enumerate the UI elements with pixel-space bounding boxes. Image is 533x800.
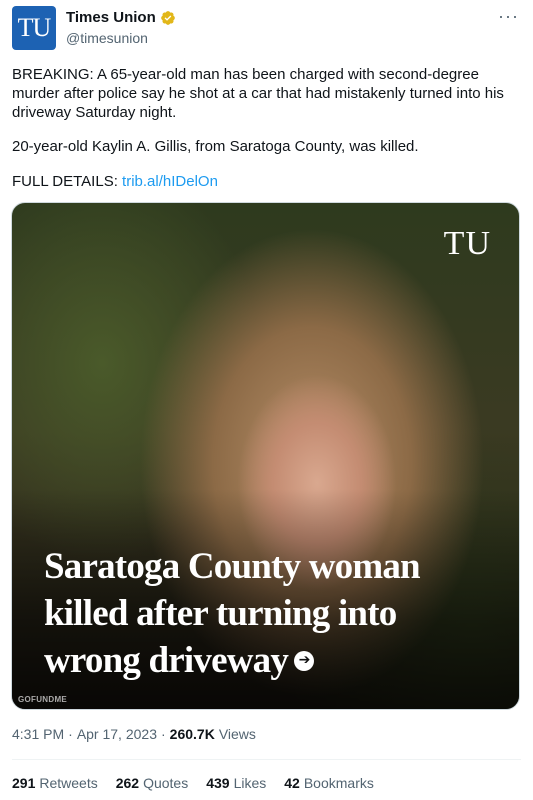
likes-count: 439 (206, 775, 230, 791)
likes-stat[interactable]: 439 Likes (206, 775, 266, 791)
bookmarks-label: Bookmarks (303, 775, 374, 791)
meta-separator: · (68, 726, 73, 742)
author-handle[interactable]: @timesunion (66, 30, 148, 46)
bookmarks-stat[interactable]: 42 Bookmarks (284, 775, 374, 791)
tweet-paragraph-1: BREAKING: A 65-year-old man has been cha… (12, 66, 504, 121)
arrow-right-icon: ➔ (294, 650, 315, 671)
author-name-row: Times Union (66, 9, 176, 26)
quotes-count: 262 (115, 775, 140, 791)
bookmarks-count: 42 (284, 775, 300, 791)
photo-credit: GOFUNDME (18, 695, 68, 704)
media-card[interactable]: TU Saratoga County woman killed after tu… (11, 202, 520, 710)
retweets-label: Retweets (39, 775, 98, 791)
avatar[interactable]: TU (12, 6, 56, 50)
divider (12, 759, 521, 760)
details-label: FULL DETAILS: (12, 173, 118, 190)
tweet-details-line: FULL DETAILS: trib.al/hIDelOn (12, 172, 517, 191)
article-link[interactable]: trib.al/hIDelOn (122, 173, 218, 190)
engagement-stats: 291 Retweets 262 Quotes 439 Likes 42 Boo… (12, 775, 374, 791)
tweet-date[interactable]: Apr 17, 2023 (77, 726, 157, 742)
views-label: Views (218, 726, 256, 742)
tweet-time[interactable]: 4:31 PM (12, 726, 64, 742)
tweet-paragraph-2: 20-year-old Kaylin A. Gillis, from Sarat… (12, 138, 419, 155)
tweet: TU Times Union @timesunion ··· BREAKING:… (0, 0, 533, 800)
tweet-meta: 4:31 PM · Apr 17, 2023 · 260.7K Views (12, 726, 256, 742)
views-count: 260.7K (169, 726, 215, 742)
likes-label: Likes (233, 775, 267, 791)
quotes-label: Quotes (143, 775, 189, 791)
headline-text: Saratoga County woman killed after turni… (44, 546, 421, 681)
display-name[interactable]: Times Union (66, 9, 156, 26)
tu-logo: TU (443, 225, 491, 262)
more-options-icon[interactable]: ··· (498, 6, 519, 27)
retweets-count: 291 (12, 775, 36, 791)
retweets-stat[interactable]: 291 Retweets (12, 775, 98, 791)
quotes-stat[interactable]: 262 Quotes (116, 775, 189, 791)
verified-badge-icon (160, 10, 176, 26)
media-headline: Saratoga County woman killed after turni… (44, 543, 484, 684)
meta-separator: · (160, 726, 166, 742)
